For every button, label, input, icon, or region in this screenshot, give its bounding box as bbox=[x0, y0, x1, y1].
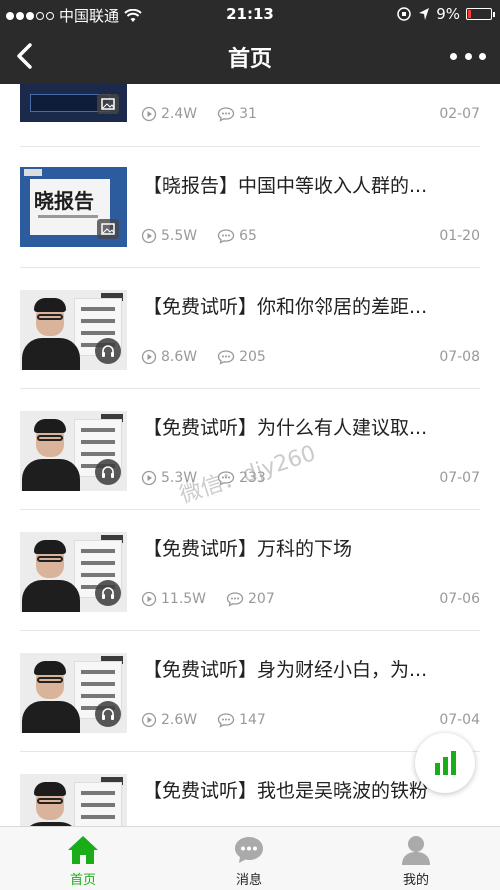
item-date: 07-07 bbox=[439, 470, 480, 486]
play-icon bbox=[141, 591, 157, 607]
item-date: 02-07 bbox=[439, 106, 480, 122]
play-icon bbox=[141, 228, 157, 244]
play-count: 2.4W bbox=[161, 106, 198, 122]
play-icon bbox=[141, 349, 157, 365]
person-icon bbox=[402, 836, 430, 865]
list-item[interactable]: 【免费试听】你和你邻居的差距... 8.6W 205 07-08 bbox=[0, 268, 500, 389]
list-item[interactable]: 晓报告 【晓报告】中国中等收入人群的... 5.5W 65 01-20 bbox=[0, 147, 500, 268]
tab-bar: 首页 消息 我的 bbox=[0, 826, 500, 890]
home-icon bbox=[68, 836, 98, 864]
more-button[interactable] bbox=[450, 42, 486, 70]
comment-icon bbox=[217, 350, 235, 365]
item-date: 07-04 bbox=[439, 712, 480, 728]
status-right: 9% bbox=[396, 5, 495, 23]
headphones-icon bbox=[95, 580, 121, 606]
item-meta: 8.6W 205 bbox=[141, 349, 286, 365]
item-title: 【晓报告】中国中等收入人群的... bbox=[143, 175, 428, 197]
location-icon bbox=[419, 8, 430, 20]
item-date: 01-20 bbox=[439, 228, 480, 244]
audio-player-button[interactable] bbox=[415, 733, 475, 793]
chat-icon bbox=[235, 837, 263, 863]
play-count: 5.5W bbox=[161, 228, 198, 244]
audio-bar-icon bbox=[442, 757, 448, 775]
play-icon bbox=[141, 470, 157, 486]
comment-count: 205 bbox=[239, 349, 266, 365]
comment-count: 147 bbox=[239, 712, 266, 728]
comment-icon bbox=[226, 592, 244, 607]
image-icon bbox=[97, 94, 119, 114]
item-title: 【免费试听】身为财经小白，为... bbox=[143, 659, 428, 681]
item-meta: 2.6W 147 bbox=[141, 712, 286, 728]
list-item[interactable]: 【免费试听】为什么有人建议取... 5.3W 233 07-07 bbox=[0, 389, 500, 510]
audio-bar-icon bbox=[450, 751, 456, 775]
item-thumbnail bbox=[20, 290, 127, 370]
comment-count: 207 bbox=[248, 591, 275, 607]
item-title: 【免费试听】万科的下场 bbox=[143, 538, 353, 560]
nav-bar: 首页 bbox=[0, 28, 500, 84]
comment-icon bbox=[217, 229, 235, 244]
item-title: 【免费试听】你和你邻居的差距... bbox=[143, 296, 428, 318]
thumbnail-text: 晓报告 bbox=[34, 189, 94, 213]
tab-label: 我的 bbox=[402, 873, 429, 888]
tab-home[interactable]: 首页 bbox=[43, 833, 123, 888]
image-icon bbox=[97, 219, 119, 239]
list-item[interactable]: 【免费试听】万科的下场 11.5W 207 07-06 bbox=[0, 510, 500, 631]
item-date: 07-08 bbox=[439, 349, 480, 365]
tab-messages[interactable]: 消息 bbox=[209, 833, 289, 888]
tab-label: 消息 bbox=[235, 873, 262, 888]
item-thumbnail bbox=[20, 532, 127, 612]
play-count: 2.6W bbox=[161, 712, 198, 728]
play-icon bbox=[141, 712, 157, 728]
item-thumbnail bbox=[20, 411, 127, 491]
item-meta: 11.5W 207 bbox=[141, 591, 295, 607]
more-dot-icon bbox=[464, 52, 472, 60]
more-dot-icon bbox=[479, 52, 486, 60]
item-meta: 2.4W 31 bbox=[141, 106, 277, 122]
comment-icon bbox=[217, 713, 235, 728]
audio-bar-icon bbox=[434, 763, 440, 775]
headphones-icon bbox=[95, 701, 121, 727]
item-thumbnail bbox=[20, 774, 127, 826]
play-count: 11.5W bbox=[161, 591, 207, 607]
comment-count: 31 bbox=[239, 106, 257, 122]
status-bar: 中国联通 21:13 9% bbox=[0, 0, 500, 28]
page-title: 首页 bbox=[227, 47, 272, 72]
battery-icon bbox=[466, 8, 495, 20]
comment-count: 65 bbox=[239, 228, 257, 244]
list-item[interactable]: 【免费试听】身为财经小白，为... 2.6W 147 07-04 bbox=[0, 631, 500, 752]
list-item[interactable]: 2.4W 31 02-07 bbox=[0, 84, 500, 147]
item-thumbnail bbox=[20, 84, 127, 122]
comment-icon bbox=[217, 107, 235, 122]
item-thumbnail: 晓报告 bbox=[20, 167, 127, 247]
headphones-icon bbox=[95, 338, 121, 364]
item-meta: 5.5W 65 bbox=[141, 228, 277, 244]
play-count: 8.6W bbox=[161, 349, 198, 365]
more-dot-icon bbox=[450, 52, 457, 60]
item-title: 【免费试听】为什么有人建议取... bbox=[143, 417, 428, 439]
item-thumbnail bbox=[20, 653, 127, 733]
tab-label: 首页 bbox=[69, 873, 96, 888]
headphones-icon bbox=[95, 459, 121, 485]
article-list: 2.4W 31 02-07 晓报告 【晓报告】中国中等收入人群的... 5.5W… bbox=[0, 84, 500, 826]
battery-percent: 9% bbox=[436, 5, 460, 23]
play-icon bbox=[141, 106, 157, 122]
tab-profile[interactable]: 我的 bbox=[376, 833, 456, 888]
rotation-lock-icon bbox=[397, 7, 411, 21]
item-date: 07-06 bbox=[439, 591, 480, 607]
